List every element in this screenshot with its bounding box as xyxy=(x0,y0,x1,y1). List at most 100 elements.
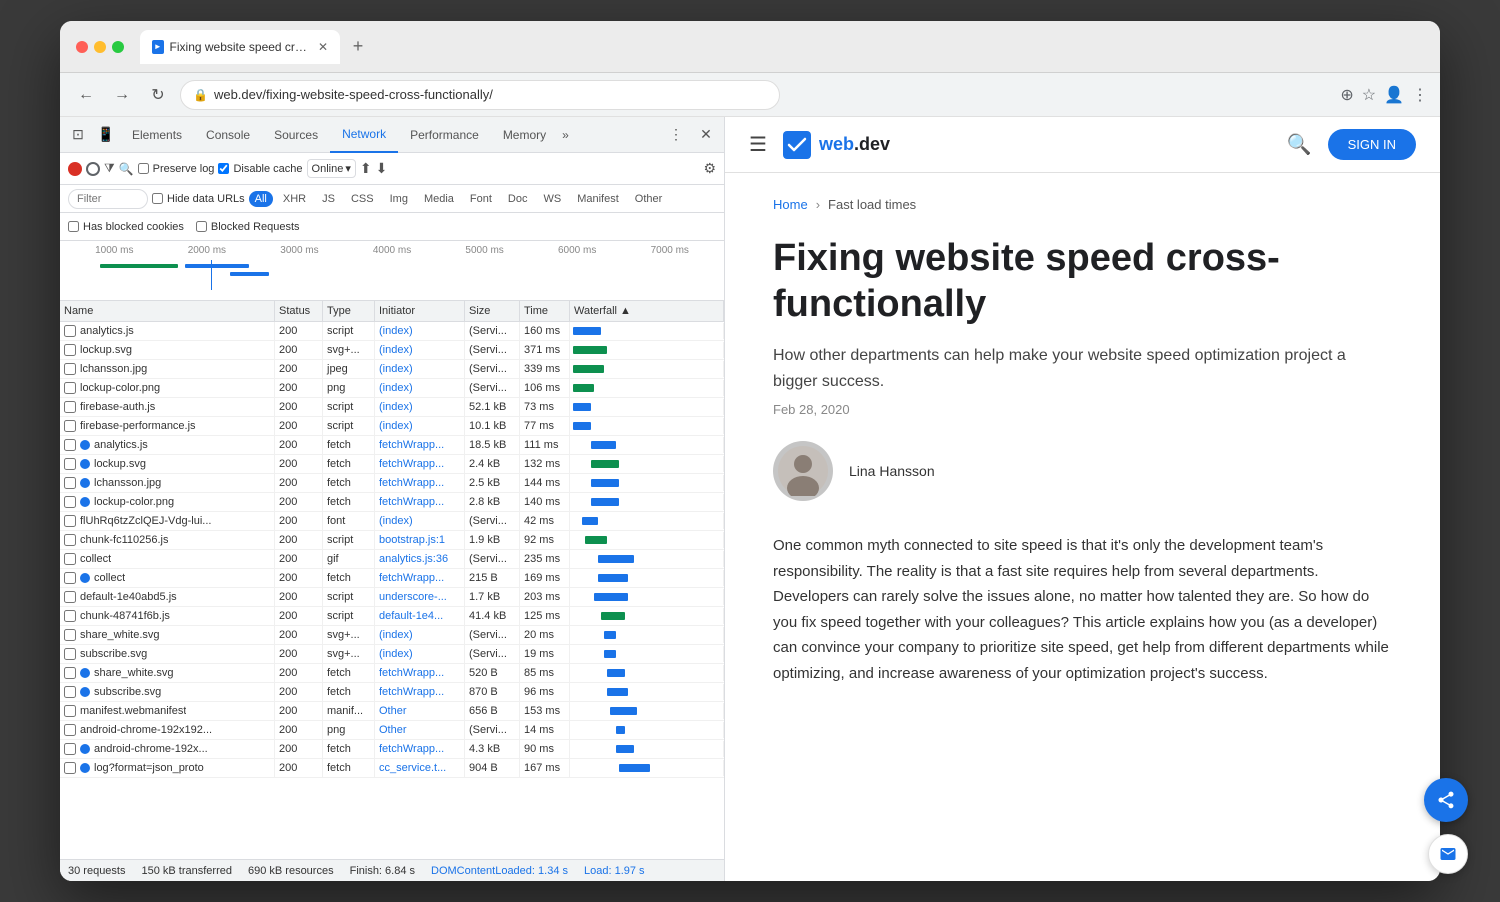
table-row[interactable]: manifest.webmanifest 200 manif... Other … xyxy=(60,702,724,721)
hide-data-urls-checkbox[interactable]: Hide data URLs xyxy=(152,193,245,205)
search-icon[interactable]: 🔍 xyxy=(119,162,134,176)
preserve-log-checkbox[interactable]: Preserve log xyxy=(138,163,215,175)
table-row[interactable]: chunk-48741f6b.js 200 script default-1e4… xyxy=(60,607,724,626)
throttle-dropdown[interactable]: Online ▾ xyxy=(307,159,356,178)
td-status: 200 xyxy=(275,588,323,606)
td-waterfall xyxy=(570,703,724,719)
tab-sources[interactable]: Sources xyxy=(262,117,330,153)
reload-button[interactable]: ↻ xyxy=(144,81,172,109)
forward-button[interactable]: → xyxy=(108,81,136,109)
tab-console[interactable]: Console xyxy=(194,117,262,153)
hamburger-icon[interactable]: ☰ xyxy=(749,132,767,157)
table-row[interactable]: android-chrome-192x... 200 fetch fetchWr… xyxy=(60,740,724,759)
table-row[interactable]: lockup-color.png 200 png (index) (Servi.… xyxy=(60,379,724,398)
td-status: 200 xyxy=(275,721,323,739)
tab-performance[interactable]: Performance xyxy=(398,117,491,153)
table-row[interactable]: analytics.js 200 script (index) (Servi..… xyxy=(60,322,724,341)
blocked-requests-checkbox[interactable]: Blocked Requests xyxy=(196,221,300,233)
minimize-button[interactable] xyxy=(94,41,106,53)
filter-media[interactable]: Media xyxy=(418,191,460,207)
timeline-bar-3 xyxy=(230,272,269,276)
close-button[interactable] xyxy=(76,41,88,53)
td-waterfall xyxy=(570,494,724,510)
td-initiator: (index) xyxy=(375,512,465,530)
article-date: Feb 28, 2020 xyxy=(773,402,1392,417)
table-row[interactable]: lockup.svg 200 svg+... (index) (Servi...… xyxy=(60,341,724,360)
address-field[interactable]: 🔒 web.dev/fixing-website-speed-cross-fun… xyxy=(180,80,780,110)
table-row[interactable]: log?format=json_proto 200 fetch cc_servi… xyxy=(60,759,724,778)
webpage: ☰ web.dev 🔍 SIGN IN xyxy=(725,117,1440,881)
filter-input[interactable] xyxy=(68,189,148,209)
filter-all[interactable]: All xyxy=(249,191,273,207)
td-name: lockup-color.png xyxy=(60,379,275,397)
table-row[interactable]: share_white.svg 200 fetch fetchWrapp... … xyxy=(60,664,724,683)
timeline-cursor[interactable] xyxy=(211,260,212,290)
devtools-select-icon[interactable]: ⊡ xyxy=(64,121,92,149)
filter-icon[interactable]: ⧩ xyxy=(104,161,115,176)
table-row[interactable]: subscribe.svg 200 fetch fetchWrapp... 87… xyxy=(60,683,724,702)
table-row[interactable]: chunk-fc110256.js 200 script bootstrap.j… xyxy=(60,531,724,550)
td-waterfall xyxy=(570,361,724,377)
bookmark-icon[interactable]: ☆ xyxy=(1362,85,1376,105)
tab-favicon: ► xyxy=(152,40,164,54)
filter-img[interactable]: Img xyxy=(384,191,414,207)
menu-icon[interactable]: ⋮ xyxy=(1412,85,1428,105)
table-row[interactable]: collect 200 fetch fetchWrapp... 215 B 16… xyxy=(60,569,724,588)
email-fab[interactable] xyxy=(1428,834,1440,874)
filter-doc[interactable]: Doc xyxy=(502,191,534,207)
td-name: subscribe.svg xyxy=(60,645,275,663)
td-size: 41.4 kB xyxy=(465,607,520,625)
filter-bar: Hide data URLs All XHR JS CSS Img Media … xyxy=(60,185,724,213)
table-row[interactable]: firebase-auth.js 200 script (index) 52.1… xyxy=(60,398,724,417)
filter-xhr[interactable]: XHR xyxy=(277,191,312,207)
settings-icon[interactable]: ⚙ xyxy=(703,160,716,177)
table-row[interactable]: lockup-color.png 200 fetch fetchWrapp...… xyxy=(60,493,724,512)
record-button[interactable] xyxy=(68,162,82,176)
disable-cache-checkbox[interactable]: Disable cache xyxy=(218,163,302,175)
share-fab[interactable] xyxy=(1424,778,1440,822)
table-row[interactable]: lchansson.jpg 200 jpeg (index) (Servi...… xyxy=(60,360,724,379)
tab-network[interactable]: Network xyxy=(330,117,398,153)
devtools-device-icon[interactable]: 📱 xyxy=(92,121,120,149)
table-row[interactable]: flUhRq6tzZclQEJ-Vdg-lui... 200 font (ind… xyxy=(60,512,724,531)
table-row[interactable]: lchansson.jpg 200 fetch fetchWrapp... 2.… xyxy=(60,474,724,493)
timeline-bar-1 xyxy=(100,264,178,268)
filter-js[interactable]: JS xyxy=(316,191,341,207)
extensions-icon[interactable]: ⊕ xyxy=(1340,85,1353,105)
stop-button[interactable] xyxy=(86,162,100,176)
tab-memory[interactable]: Memory xyxy=(491,117,558,153)
fullscreen-button[interactable] xyxy=(112,41,124,53)
filter-manifest[interactable]: Manifest xyxy=(571,191,625,207)
breadcrumb-home[interactable]: Home xyxy=(773,197,808,212)
tab-elements[interactable]: Elements xyxy=(120,117,194,153)
sign-in-button[interactable]: SIGN IN xyxy=(1328,129,1416,160)
tab-close-button[interactable]: ✕ xyxy=(318,40,328,54)
table-row[interactable]: collect 200 gif analytics.js:36 (Servi..… xyxy=(60,550,724,569)
table-row[interactable]: firebase-performance.js 200 script (inde… xyxy=(60,417,724,436)
back-button[interactable]: ← xyxy=(72,81,100,109)
td-type: png xyxy=(323,379,375,397)
filter-ws[interactable]: WS xyxy=(537,191,567,207)
table-row[interactable]: default-1e40abd5.js 200 script underscor… xyxy=(60,588,724,607)
table-row[interactable]: subscribe.svg 200 svg+... (index) (Servi… xyxy=(60,645,724,664)
network-table[interactable]: Name Status Type Initiator Size Time Wat… xyxy=(60,301,724,859)
devtools-close-icon[interactable]: ✕ xyxy=(692,121,720,149)
devtools-more-icon[interactable]: ⋮ xyxy=(662,121,690,149)
tab-more-icon[interactable]: » xyxy=(558,128,573,142)
import-icon[interactable]: ⬆ xyxy=(360,160,372,177)
filter-font[interactable]: Font xyxy=(464,191,498,207)
filter-other[interactable]: Other xyxy=(629,191,669,207)
export-icon[interactable]: ⬇ xyxy=(376,160,388,177)
table-row[interactable]: android-chrome-192x192... 200 png Other … xyxy=(60,721,724,740)
table-row[interactable]: lockup.svg 200 fetch fetchWrapp... 2.4 k… xyxy=(60,455,724,474)
table-row[interactable]: share_white.svg 200 svg+... (index) (Ser… xyxy=(60,626,724,645)
active-tab[interactable]: ► Fixing website speed cross-fu... ✕ xyxy=(140,30,340,64)
new-tab-button[interactable]: + xyxy=(344,33,372,61)
td-type: svg+... xyxy=(323,626,375,644)
filter-css[interactable]: CSS xyxy=(345,191,380,207)
web-search-icon[interactable]: 🔍 xyxy=(1287,132,1312,157)
td-waterfall xyxy=(570,608,724,624)
has-blocked-cookies-checkbox[interactable]: Has blocked cookies xyxy=(68,221,184,233)
profile-icon[interactable]: 👤 xyxy=(1384,85,1404,105)
table-row[interactable]: analytics.js 200 fetch fetchWrapp... 18.… xyxy=(60,436,724,455)
